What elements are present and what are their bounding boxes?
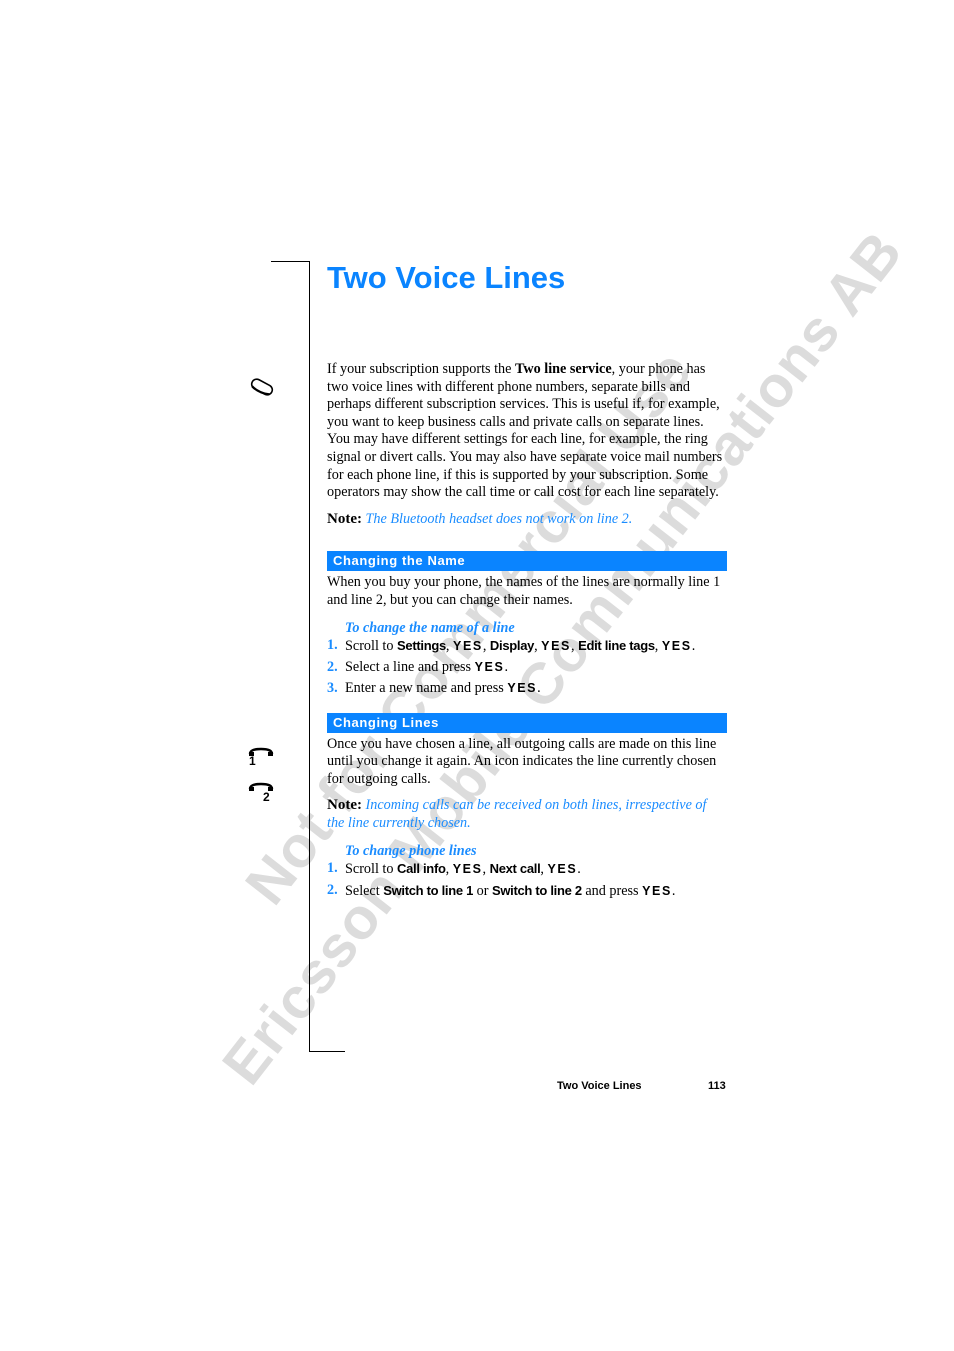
section-heading-changing-name: Changing the Name xyxy=(327,551,727,572)
line-2-icon: 2 xyxy=(248,781,274,805)
key-yes: YES xyxy=(547,862,578,877)
menu-item-display: Display xyxy=(489,638,535,654)
menu-item-switch-line-1: Switch to line 1 xyxy=(383,883,474,899)
intro-bold-term: Two line service xyxy=(514,361,612,377)
page-title: Two Voice Lines xyxy=(327,260,566,295)
separator: , xyxy=(482,861,490,878)
line-2-digit: 2 xyxy=(263,790,270,804)
margin-rule-top xyxy=(271,261,310,262)
period: . xyxy=(691,638,696,655)
key-yes: YES xyxy=(474,660,505,675)
menu-item-switch-line-2: Switch to line 2 xyxy=(491,883,582,899)
page-number: 113 xyxy=(708,1080,726,1092)
step-number: 1. xyxy=(327,637,338,654)
note: Note: Incoming calls can be received on … xyxy=(327,797,727,832)
note-text: The Bluetooth headset does not work on l… xyxy=(365,510,633,527)
step-text: Select xyxy=(345,883,384,900)
main-content: If your subscription supports the Two li… xyxy=(327,361,727,901)
step-text: Enter a new name and press xyxy=(345,680,508,697)
step-text: Select a line and press xyxy=(345,659,475,676)
note-label: Note: xyxy=(327,510,362,527)
section-body: Once you have chosen a line, all outgoin… xyxy=(327,735,717,787)
step-number: 1. xyxy=(327,860,338,877)
intro-text: If your subscription supports the xyxy=(327,361,515,377)
step-number: 3. xyxy=(327,680,338,697)
section-heading-changing-lines: Changing Lines xyxy=(327,712,727,733)
period: . xyxy=(577,861,581,878)
step-item: 1. Scroll to Call info, YES, Next call, … xyxy=(327,860,727,879)
intro-text-rest: , your phone has two voice lines with di… xyxy=(327,361,723,501)
steps-list: 1. Scroll to Settings, YES, Display, YES… xyxy=(327,637,727,698)
separator: , xyxy=(482,638,490,655)
menu-item-next-call: Next call xyxy=(489,861,541,877)
key-yes: YES xyxy=(507,681,538,696)
step-item: 2. Select Switch to line 1 or Switch to … xyxy=(327,882,727,901)
period: . xyxy=(504,659,508,676)
step-text: Scroll to xyxy=(345,638,398,655)
step-item: 3. Enter a new name and press YES. xyxy=(327,680,727,698)
step-item: 1. Scroll to Settings, YES, Display, YES… xyxy=(327,637,727,656)
menu-item-call-info: Call info xyxy=(397,861,446,877)
separator: , xyxy=(445,861,453,878)
section-body: When you buy your phone, the names of th… xyxy=(327,574,721,608)
margin-rule-vertical xyxy=(309,261,310,1052)
step-item: 2. Select a line and press YES. xyxy=(327,659,727,677)
key-yes: YES xyxy=(452,862,483,877)
line-1-icon: 1 xyxy=(248,746,274,770)
steps-list: 1. Scroll to Call info, YES, Next call, … xyxy=(327,860,727,901)
margin-rule-bottom xyxy=(309,1051,345,1052)
line-1-digit: 1 xyxy=(249,754,256,768)
separator: , xyxy=(445,638,454,655)
separator: , xyxy=(654,638,662,655)
note-label: Note: xyxy=(327,797,362,814)
intro-paragraph: If your subscription supports the Two li… xyxy=(327,361,727,502)
key-yes: YES xyxy=(661,639,692,654)
procedure-title: To change the name of a line xyxy=(345,619,515,636)
note: Note: The Bluetooth headset does not wor… xyxy=(327,511,727,529)
step-number: 2. xyxy=(327,882,338,899)
step-number: 2. xyxy=(327,659,338,676)
period: . xyxy=(537,680,541,697)
step-text: Scroll to xyxy=(345,861,398,878)
phone-handset-icon xyxy=(250,378,274,396)
key-yes: YES xyxy=(642,884,672,899)
procedure-title: To change phone lines xyxy=(345,842,477,859)
period: . xyxy=(671,883,676,900)
separator: , xyxy=(570,638,579,655)
step-text: or xyxy=(473,883,492,900)
step-text: and press xyxy=(581,883,643,900)
menu-item-edit-line-tags: Edit line tags xyxy=(578,638,655,654)
key-yes: YES xyxy=(453,639,483,654)
footer-section-title: Two Voice Lines xyxy=(557,1080,642,1092)
note-text: Incoming calls can be received on both l… xyxy=(327,797,707,832)
menu-item-settings: Settings xyxy=(397,638,446,654)
key-yes: YES xyxy=(541,639,571,654)
